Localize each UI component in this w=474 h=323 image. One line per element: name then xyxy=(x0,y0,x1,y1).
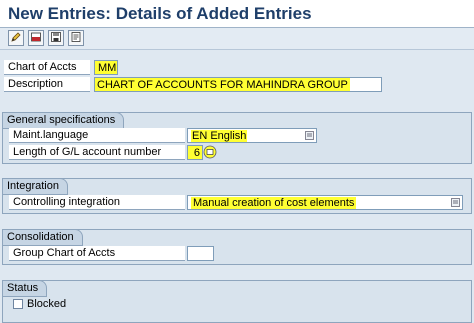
chart-of-accts-label: Chart of Accts xyxy=(4,60,90,75)
print-button[interactable] xyxy=(68,30,84,46)
general-specifications-group: General specifications Maint.language EN… xyxy=(2,112,472,164)
group-chart-of-accts-label: Group Chart of Accts xyxy=(9,246,185,261)
pencil-icon xyxy=(10,31,22,46)
group-chart-of-accts-field[interactable] xyxy=(187,246,214,261)
maint-language-label: Maint.language xyxy=(9,128,185,143)
status-group: Status Blocked xyxy=(2,280,472,323)
controlling-integration-value: Manual creation of cost elements xyxy=(191,197,357,209)
integration-title: Integration xyxy=(2,178,68,195)
controlling-integration-label: Controlling integration xyxy=(9,195,185,210)
window-title: New Entries: Details of Added Entries xyxy=(8,4,312,23)
maint-language-value: EN English xyxy=(191,130,248,142)
value-help-icon[interactable] xyxy=(304,130,315,141)
title-bar: New Entries: Details of Added Entries xyxy=(0,0,474,28)
save-icon xyxy=(50,31,62,46)
description-label: Description xyxy=(4,77,90,92)
general-specifications-title: General specifications xyxy=(2,112,125,129)
blocked-label: Blocked xyxy=(27,298,67,310)
delete-icon xyxy=(30,31,42,46)
change-button[interactable] xyxy=(8,30,24,46)
status-title: Status xyxy=(2,280,48,297)
dropdown-icon[interactable] xyxy=(450,197,461,208)
main-content: Chart of Accts MML Description CHART OF … xyxy=(0,50,474,323)
delete-button[interactable] xyxy=(28,30,44,46)
application-toolbar xyxy=(0,28,474,50)
blocked-checkbox[interactable] xyxy=(13,299,23,309)
description-value: CHART OF ACCOUNTS FOR MAHINDRA GROUP xyxy=(95,78,350,91)
consolidation-group: Consolidation Group Chart of Accts xyxy=(2,229,472,265)
consolidation-title: Consolidation xyxy=(2,229,83,246)
gl-length-label: Length of G/L account number xyxy=(9,145,185,160)
save-button[interactable] xyxy=(48,30,64,46)
integration-group: Integration Controlling integration Manu… xyxy=(2,178,472,214)
value-help-icon[interactable] xyxy=(203,145,217,159)
maint-language-field[interactable]: EN English xyxy=(187,128,317,143)
description-field[interactable]: CHART OF ACCOUNTS FOR MAHINDRA GROUP xyxy=(94,77,382,92)
controlling-integration-dropdown[interactable]: Manual creation of cost elements xyxy=(187,195,463,210)
gl-length-field[interactable]: 6 xyxy=(187,145,203,160)
print-icon xyxy=(70,31,82,46)
chart-of-accts-field[interactable]: MML xyxy=(94,60,118,75)
